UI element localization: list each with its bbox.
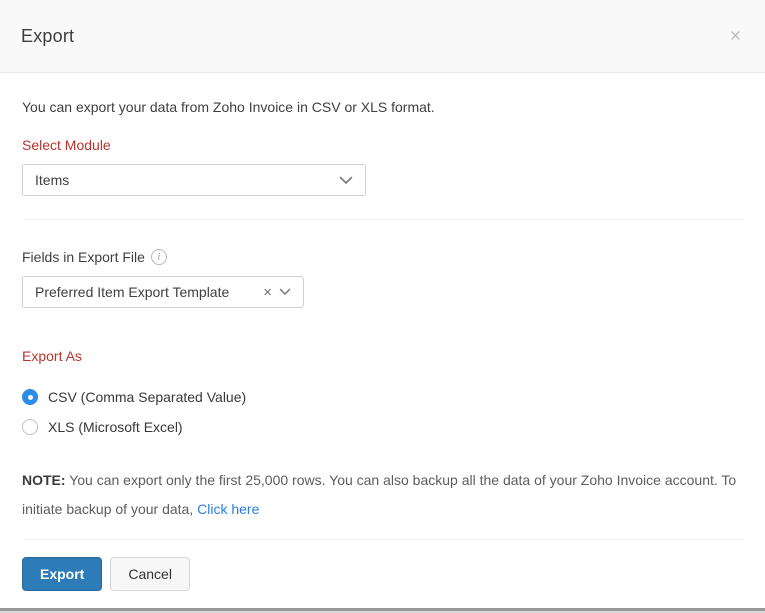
- note-body: You can export only the first 25,000 row…: [22, 472, 736, 517]
- chevron-down-icon: [279, 288, 291, 296]
- clear-icon[interactable]: ×: [263, 285, 272, 300]
- radio-option-label: CSV (Comma Separated Value): [48, 389, 246, 405]
- dialog-header: Export ×: [0, 0, 765, 73]
- chevron-down-icon: [339, 176, 353, 185]
- note-prefix: NOTE:: [22, 472, 66, 488]
- note-text: NOTE: You can export only the first 25,0…: [22, 466, 743, 524]
- export-button[interactable]: Export: [22, 557, 102, 591]
- intro-text: You can export your data from Zoho Invoi…: [22, 99, 743, 115]
- radio-option-xls[interactable]: XLS (Microsoft Excel): [22, 419, 743, 435]
- fields-in-export-file-label: Fields in Export File: [22, 249, 145, 265]
- click-here-link[interactable]: Click here: [197, 501, 259, 517]
- info-icon[interactable]: i: [151, 249, 167, 265]
- radio-unselected-icon[interactable]: [22, 419, 38, 435]
- fields-label-row: Fields in Export File i: [22, 249, 743, 265]
- radio-option-label: XLS (Microsoft Excel): [48, 419, 183, 435]
- divider: [22, 219, 744, 220]
- select-module-label: Select Module: [22, 137, 743, 153]
- export-dialog: Export × You can export your data from Z…: [0, 0, 765, 613]
- template-select-value: Preferred Item Export Template: [35, 284, 263, 300]
- divider: [22, 539, 744, 540]
- dialog-footer: Export Cancel: [0, 557, 765, 591]
- radio-option-csv[interactable]: CSV (Comma Separated Value): [22, 389, 743, 405]
- radio-selected-icon[interactable]: [22, 389, 38, 405]
- export-as-radio-group: CSV (Comma Separated Value) XLS (Microso…: [22, 389, 743, 435]
- module-select-value: Items: [35, 172, 339, 188]
- template-select[interactable]: Preferred Item Export Template ×: [22, 276, 304, 308]
- cancel-button[interactable]: Cancel: [110, 557, 190, 591]
- module-select[interactable]: Items: [22, 164, 366, 196]
- dialog-title: Export: [21, 26, 74, 47]
- export-as-label: Export As: [22, 348, 743, 364]
- dialog-body: You can export your data from Zoho Invoi…: [0, 99, 765, 540]
- close-icon[interactable]: ×: [730, 27, 741, 46]
